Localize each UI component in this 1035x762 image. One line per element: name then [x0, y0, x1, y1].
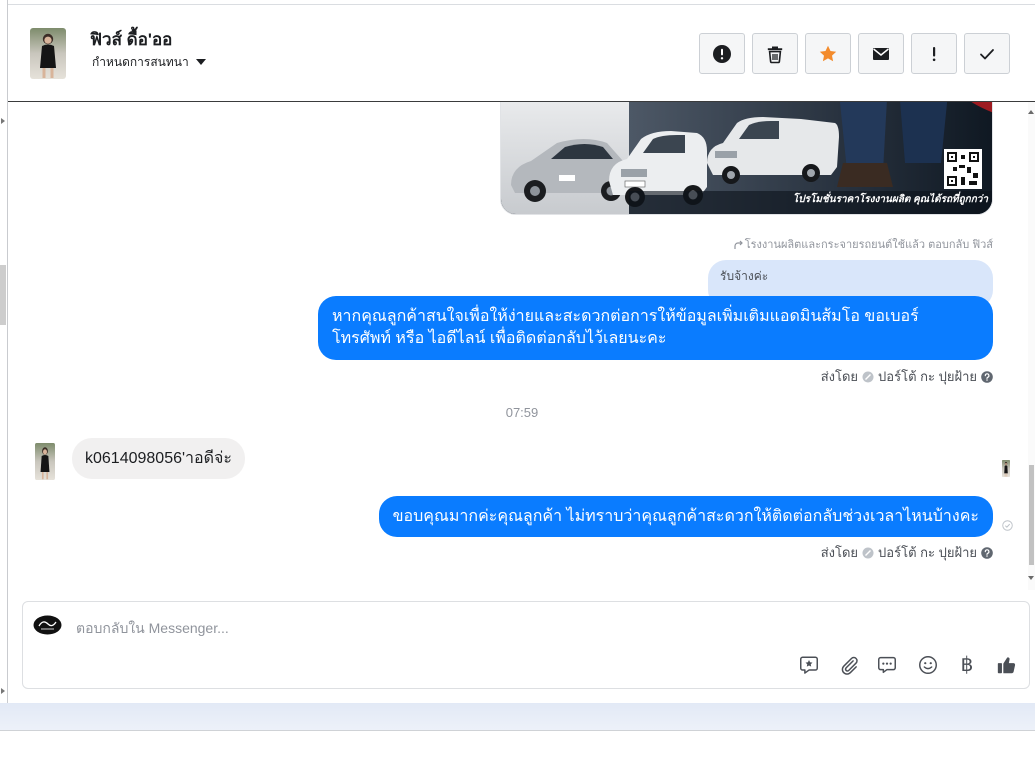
help-icon[interactable] — [981, 547, 993, 559]
message-timestamp: 07:59 — [505, 405, 539, 420]
sender-name[interactable]: ปอร์โต้ กะ ปุยฝ้าย — [878, 544, 977, 562]
chat-dots-icon — [878, 656, 896, 674]
schedule-label: กำหนดการสนทนา — [92, 55, 189, 69]
emoji-icon — [919, 656, 937, 674]
envelope-icon — [873, 47, 889, 60]
conversation-header: ฟิวส์ ดื้อ'ออ กำหนดการสนทนา — [8, 4, 1035, 102]
sent-by-label: ส่งโดย — [820, 369, 859, 384]
thread-scrollbar[interactable] — [1028, 102, 1035, 590]
star-icon — [819, 45, 837, 61]
sender-name[interactable]: ปอร์โต้ กะ ปุยฝ้าย — [878, 368, 977, 386]
contact-avatar[interactable] — [30, 28, 66, 79]
reply-composer[interactable]: ฿ — [22, 601, 1030, 689]
paperclip-icon — [841, 656, 858, 675]
outer-scroll-arrow-icon[interactable] — [1, 118, 5, 124]
conversation-actions — [699, 33, 1010, 74]
emoji-button[interactable] — [915, 652, 941, 678]
reply-context: โรงงานผลิตและกระจายรถยนต์ใช้แล้ว ตอบกลับ… — [35, 238, 993, 252]
attachment-caption: โปรโมชั่นราคาโรงงานผลิต คุณได้รถที่ถูกกว… — [792, 194, 988, 205]
star-button[interactable] — [805, 33, 851, 74]
scrollbar-thumb[interactable] — [1029, 465, 1034, 565]
footer-band — [0, 703, 1035, 731]
outer-scrollbar-thumb[interactable] — [0, 265, 6, 325]
reply-arrow-icon — [734, 240, 743, 249]
sender-badge-icon — [862, 547, 874, 559]
trash-icon — [767, 46, 783, 63]
mark-spam-button[interactable] — [699, 33, 745, 74]
caret-down-icon — [195, 59, 206, 65]
quoted-message-text: รับจ้างค่ะ — [720, 269, 769, 283]
outer-scroll-arrow-icon[interactable] — [1, 688, 5, 694]
alert-circle-icon — [713, 44, 731, 63]
sent-by-info: ส่งโดย ปอร์โต้ กะ ปุยฝ้าย — [35, 544, 993, 562]
sender-badge-icon — [862, 371, 874, 383]
help-icon[interactable] — [981, 371, 993, 383]
contact-avatar[interactable] — [35, 443, 55, 480]
incoming-message[interactable]: k0614098056'าอดีจ่ะ — [72, 438, 245, 479]
reply-input[interactable] — [76, 617, 976, 639]
sent-by-info: ส่งโดย ปอร์โต้ กะ ปุยฝ้าย — [35, 368, 993, 386]
saved-reply-icon — [800, 656, 818, 674]
seen-indicator-avatar — [1002, 460, 1010, 477]
exclamation-icon — [932, 46, 936, 61]
baht-icon: ฿ — [960, 654, 974, 676]
quick-replies-button[interactable] — [874, 652, 900, 678]
scroll-down-icon[interactable] — [1028, 576, 1034, 580]
saved-replies-button[interactable] — [796, 652, 822, 678]
image-attachment[interactable]: โปรโมชั่นราคาโรงงานผลิต คุณได้รถที่ถูกกว… — [500, 102, 993, 215]
outgoing-message[interactable]: หากคุณลูกค้าสนใจเพื่อให้ง่ายและสะดวกต่อก… — [318, 296, 993, 360]
message-thread[interactable]: โปรโมชั่นราคาโรงงานผลิต คุณได้รถที่ถูกกว… — [8, 102, 1028, 590]
like-button[interactable] — [994, 652, 1020, 678]
delivered-check-icon — [1002, 520, 1013, 531]
reply-context-text: โรงงานผลิตและกระจายรถยนต์ใช้แล้ว ตอบกลับ… — [744, 239, 993, 251]
mark-done-button[interactable] — [964, 33, 1010, 74]
delete-button[interactable] — [752, 33, 798, 74]
thumbs-up-icon — [997, 657, 1016, 674]
attach-file-button[interactable] — [836, 652, 862, 678]
page-logo-icon — [33, 615, 62, 635]
contact-name[interactable]: ฟิวส์ ดื้อ'ออ — [90, 29, 172, 51]
conversation-schedule-dropdown[interactable]: กำหนดการสนทนา — [92, 54, 207, 70]
payment-button[interactable]: ฿ — [954, 652, 980, 678]
outer-scrollbar[interactable] — [0, 0, 8, 703]
follow-up-button[interactable] — [911, 33, 957, 74]
outgoing-message[interactable]: ขอบคุณมากค่ะคุณลูกค้า ไม่ทราบว่าคุณลูกค้… — [378, 496, 993, 537]
check-icon — [980, 48, 994, 59]
sent-by-label: ส่งโดย — [820, 545, 859, 560]
scroll-up-icon[interactable] — [1028, 110, 1034, 114]
mark-unread-button[interactable] — [858, 33, 904, 74]
